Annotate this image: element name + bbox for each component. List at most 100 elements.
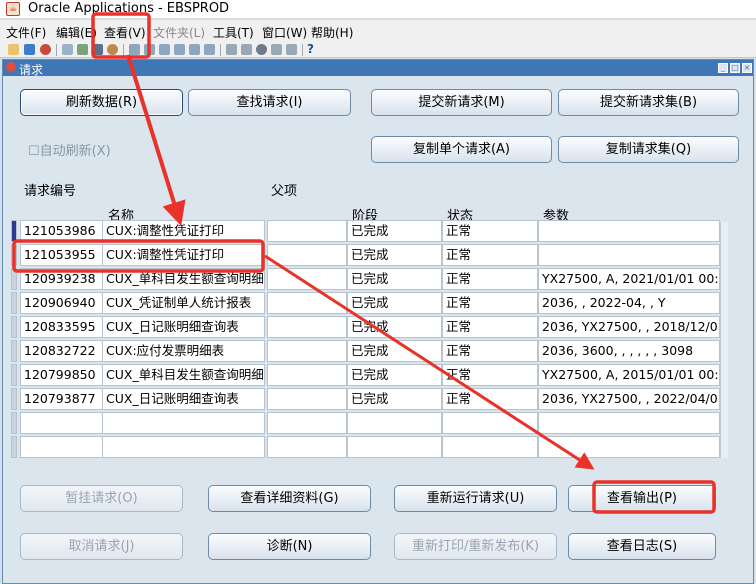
checkbox-box[interactable]: ☐ — [28, 144, 40, 159]
cell-name[interactable] — [102, 436, 265, 458]
cancel-request-button[interactable]: 取消请求(J) — [20, 533, 183, 560]
cell-phase[interactable]: 已完成 — [347, 244, 442, 266]
cell-request-id[interactable]: 120833595 — [20, 316, 103, 338]
refresh-data-button[interactable]: 刷新数据(R) — [20, 89, 183, 116]
row-indicator[interactable] — [11, 220, 17, 242]
cell-params[interactable]: YX27500, A, 2021/01/01 00: — [538, 268, 720, 290]
zoom-icon[interactable] — [107, 44, 118, 55]
rerun-request-button[interactable]: 重新运行请求(U) — [394, 485, 557, 512]
find-requests-button[interactable]: 查找请求(I) — [188, 89, 351, 116]
submit-new-request-button[interactable]: 提交新请求(M) — [371, 89, 552, 116]
cell-status[interactable]: 正常 — [442, 268, 538, 290]
cell-name[interactable]: CUX:应付发票明细表 — [102, 340, 265, 362]
auto-refresh-checkbox[interactable]: ☐自动刷新(X) — [28, 140, 111, 159]
cut-icon[interactable] — [129, 44, 140, 55]
cell-request-id[interactable] — [20, 436, 103, 458]
cell-request-id[interactable]: 121053986 — [20, 220, 103, 242]
cell-request-id[interactable]: 120832722 — [20, 340, 103, 362]
cell-request-id[interactable]: 120793877 — [20, 388, 103, 410]
cell-name[interactable]: CUX_日记账明细查询表 — [102, 316, 265, 338]
cell-params[interactable] — [538, 412, 720, 434]
cell-name[interactable]: CUX:调整性凭证打印 — [102, 244, 265, 266]
cell-phase[interactable] — [347, 412, 442, 434]
paste-icon[interactable] — [159, 44, 170, 55]
hold-request-button[interactable]: 暂挂请求(O) — [20, 485, 183, 512]
cell-phase[interactable]: 已完成 — [347, 364, 442, 386]
cell-phase[interactable]: 已完成 — [347, 340, 442, 362]
cell-phase[interactable]: 已完成 — [347, 268, 442, 290]
cell-parent[interactable] — [267, 412, 347, 434]
cell-name[interactable]: CUX_日记账明细查询表 — [102, 388, 265, 410]
menu-help[interactable]: 帮助(H) — [311, 24, 353, 41]
cell-request-id[interactable] — [20, 412, 103, 434]
cell-status[interactable]: 正常 — [442, 244, 538, 266]
save-icon[interactable] — [24, 44, 35, 55]
menu-edit[interactable]: 编辑(E) — [56, 24, 97, 41]
menu-folder[interactable]: 文件夹(L) — [153, 24, 205, 41]
cell-params[interactable] — [538, 244, 720, 266]
cell-params[interactable]: 2036, 3600, , , , , , 3098 — [538, 340, 720, 362]
record-icon[interactable] — [256, 44, 267, 55]
row-indicator[interactable] — [11, 364, 17, 386]
reprint-republish-button[interactable]: 重新打印/重新发布(K) — [394, 533, 557, 560]
table-scrollbar[interactable] — [720, 222, 728, 458]
copy-icon[interactable] — [144, 44, 155, 55]
row-indicator[interactable] — [11, 316, 17, 338]
cell-status[interactable]: 正常 — [442, 292, 538, 314]
cell-status[interactable]: 正常 — [442, 316, 538, 338]
copy-single-request-button[interactable]: 复制单个请求(A) — [371, 136, 552, 163]
close-icon[interactable]: × — [742, 63, 752, 73]
cell-status[interactable] — [442, 412, 538, 434]
submit-request-set-button[interactable]: 提交新请求集(B) — [558, 89, 739, 116]
cell-phase[interactable]: 已完成 — [347, 388, 442, 410]
view-output-button[interactable]: 查看输出(P) — [568, 485, 716, 512]
cell-parent[interactable] — [267, 316, 347, 338]
cell-phase[interactable]: 已完成 — [347, 220, 442, 242]
cell-status[interactable] — [442, 436, 538, 458]
cell-parent[interactable] — [267, 436, 347, 458]
copy-request-set-button[interactable]: 复制请求集(Q) — [558, 136, 739, 163]
cell-parent[interactable] — [267, 364, 347, 386]
row-indicator[interactable] — [11, 340, 17, 362]
attach-icon[interactable] — [226, 44, 237, 55]
row-indicator[interactable] — [11, 268, 17, 290]
view-log-button[interactable]: 查看日志(S) — [568, 533, 716, 560]
cell-phase[interactable]: 已完成 — [347, 316, 442, 338]
cell-phase[interactable] — [347, 436, 442, 458]
cell-phase[interactable]: 已完成 — [347, 292, 442, 314]
cell-status[interactable]: 正常 — [442, 388, 538, 410]
folder-icon[interactable] — [241, 44, 252, 55]
cell-request-id[interactable]: 120906940 — [20, 292, 103, 314]
row-indicator[interactable] — [11, 244, 17, 266]
cell-params[interactable]: 2036, , 2022-04, , Y — [538, 292, 720, 314]
cell-name[interactable]: CUX_单科目发生额查询明细 — [102, 268, 265, 290]
cell-params[interactable]: 2036, YX27500, , 2022/04/0 — [538, 388, 720, 410]
cell-parent[interactable] — [267, 340, 347, 362]
cancel-icon[interactable] — [40, 44, 51, 55]
cell-parent[interactable] — [267, 292, 347, 314]
cell-name[interactable]: CUX_单科目发生额查询明细 — [102, 364, 265, 386]
cell-request-id[interactable]: 120939238 — [20, 268, 103, 290]
print-icon[interactable] — [62, 44, 73, 55]
row-indicator[interactable] — [11, 388, 17, 410]
tools-icon[interactable] — [271, 44, 282, 55]
cell-status[interactable]: 正常 — [442, 340, 538, 362]
row-indicator[interactable] — [11, 412, 17, 434]
cell-name[interactable]: CUX_凭证制单人统计报表 — [102, 292, 265, 314]
delete-icon[interactable] — [189, 44, 200, 55]
menu-file[interactable]: 文件(F) — [6, 24, 46, 41]
cell-name[interactable]: CUX:调整性凭证打印 — [102, 220, 265, 242]
cell-parent[interactable] — [267, 244, 347, 266]
maximize-icon[interactable]: □ — [730, 63, 740, 73]
edit-icon[interactable] — [204, 44, 215, 55]
nav-icon[interactable] — [92, 44, 103, 55]
cell-parent[interactable] — [267, 268, 347, 290]
cell-status[interactable]: 正常 — [442, 220, 538, 242]
cell-request-id[interactable]: 121053955 — [20, 244, 103, 266]
translate-icon[interactable] — [286, 44, 297, 55]
clear-icon[interactable] — [174, 44, 185, 55]
cell-params[interactable] — [538, 436, 720, 458]
new-icon[interactable] — [8, 44, 19, 55]
row-indicator[interactable] — [11, 292, 17, 314]
diagnose-button[interactable]: 诊断(N) — [208, 533, 371, 560]
